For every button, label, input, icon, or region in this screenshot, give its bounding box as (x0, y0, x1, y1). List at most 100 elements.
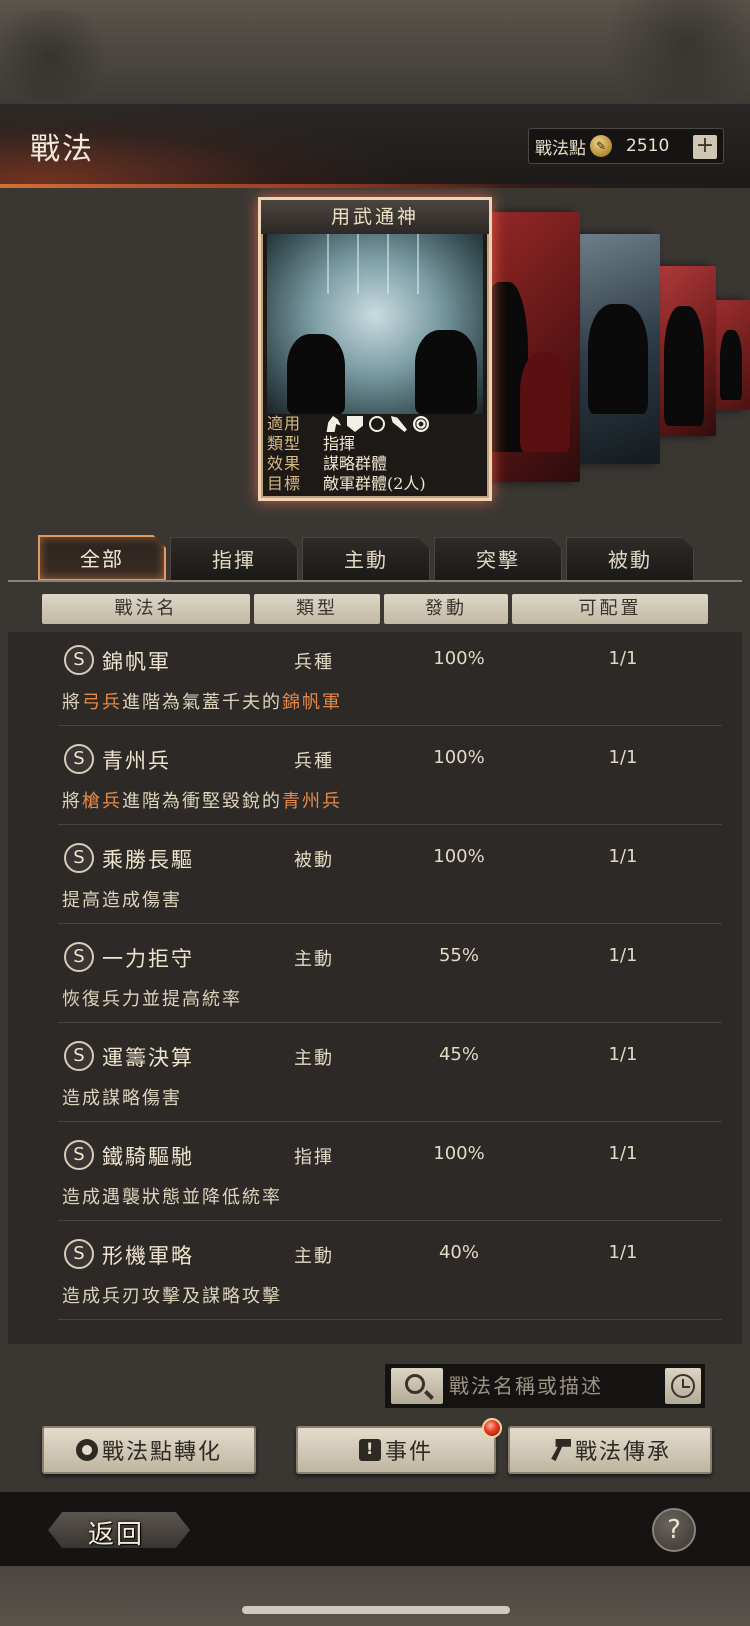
tactic-description: 造成兵刃攻擊及謀略攻擊 (62, 1282, 282, 1308)
tactic-card-preview[interactable] (578, 234, 660, 464)
card-artwork (267, 234, 483, 414)
tactic-trigger-rate: 55% (438, 945, 479, 966)
info-value: 敵軍群體(2人) (323, 474, 426, 493)
tactic-inherit-button[interactable]: 戰法傳承 (508, 1426, 712, 1474)
card-title: 用武通神 (261, 200, 489, 234)
tab-all[interactable]: 全部 (38, 535, 166, 581)
tactic-card-preview[interactable] (654, 266, 716, 436)
back-button[interactable]: 返回 (48, 1508, 190, 1552)
tactic-type: 被動 (294, 850, 334, 871)
description-text: 造成謀略傷害 (62, 1088, 182, 1109)
card-silhouette (664, 306, 704, 426)
tactic-points-box: 戰法點 ✎ 2510 + (528, 128, 724, 164)
art-ray (387, 234, 389, 294)
card-info-table: 適用 類型 指揮 效果 謀略群體 目標 敵軍群體(2人) (267, 414, 483, 494)
search-button[interactable] (391, 1368, 443, 1404)
card-silhouette (520, 352, 570, 452)
event-label: 事件 (384, 1440, 433, 1465)
column-header-type[interactable]: 類型 (254, 594, 380, 624)
convert-points-button[interactable]: 戰法點轉化 (42, 1426, 256, 1474)
description-text: 恢復兵力並提高統率 (62, 989, 242, 1010)
tactic-slots: 1/1 (608, 945, 638, 966)
tactic-slots: 1/1 (608, 747, 638, 768)
tactic-row[interactable]: S 運籌決算 主動 45% 1/1 造成謀略傷害 (58, 1028, 722, 1122)
event-button[interactable]: 事件 (296, 1418, 502, 1474)
art-ray (327, 234, 329, 294)
tactic-card-carousel[interactable]: 用武通神 適用 類型 指揮 效果 謀略群體 目標 敵軍群體(2人) (0, 188, 750, 528)
rank-badge: S (64, 942, 94, 972)
tactic-description: 造成謀略傷害 (62, 1084, 182, 1110)
page-title: 戰法 (30, 132, 94, 167)
help-button[interactable]: ? (652, 1508, 696, 1552)
highlighted-term: 青州兵 (282, 791, 342, 812)
tactic-points-value: 2510 (626, 136, 670, 156)
rank-badge: S (64, 1239, 94, 1269)
highlighted-term: 弓兵 (82, 692, 122, 713)
tactic-trigger-rate: 100% (433, 747, 485, 768)
tactic-slots: 1/1 (608, 648, 638, 669)
add-points-button[interactable]: + (693, 135, 717, 159)
featured-tactic-card[interactable]: 用武通神 適用 類型 指揮 效果 謀略群體 目標 敵軍群體(2人) (258, 197, 492, 501)
tactic-row[interactable]: S 一力拒守 主動 55% 1/1 恢復兵力並提高統率 (58, 929, 722, 1023)
tab-command[interactable]: 指揮 (170, 537, 298, 581)
highlighted-term: 錦帆軍 (282, 692, 342, 713)
tactic-row[interactable]: S 乘勝長驅 被動 100% 1/1 提高造成傷害 (58, 830, 722, 924)
home-indicator[interactable] (242, 1606, 510, 1614)
description-text: 將 (62, 692, 82, 713)
tactic-trigger-rate: 40% (438, 1242, 479, 1263)
tactic-slots: 1/1 (608, 1044, 638, 1065)
horse-icon (326, 416, 341, 432)
wheel-icon (413, 416, 429, 432)
card-info-row: 目標 敵軍群體(2人) (267, 474, 483, 494)
card-silhouette (588, 304, 648, 414)
tactic-row[interactable]: S 青州兵 兵種 100% 1/1 將槍兵進階為衝堅毀銳的青州兵 (58, 731, 722, 825)
column-header-name[interactable]: 戰法名 (42, 594, 250, 624)
tactic-name: 一力拒守 (102, 947, 194, 971)
hammer-icon (551, 1439, 571, 1461)
tactic-type: 兵種 (294, 751, 334, 772)
shield-icon (347, 416, 363, 432)
clock-icon (671, 1374, 695, 1398)
tactic-description: 造成遇襲狀態並降低統率 (62, 1183, 282, 1209)
rank-badge: S (64, 1041, 94, 1071)
spear-icon (391, 416, 407, 432)
column-headers: 戰法名 類型 發動 可配置 (42, 594, 708, 624)
rank-badge: S (64, 744, 94, 774)
history-button[interactable] (665, 1368, 701, 1404)
description-text: 造成遇襲狀態並降低統率 (62, 1187, 282, 1208)
tactic-type: 兵種 (294, 652, 334, 673)
tactic-description: 將槍兵進階為衝堅毀銳的青州兵 (62, 787, 342, 813)
tactic-description: 提高造成傷害 (62, 886, 182, 912)
art-ray (357, 234, 359, 294)
tactic-name: 青州兵 (102, 749, 171, 773)
tactic-type: 指揮 (294, 1147, 334, 1168)
tactic-card-preview[interactable] (712, 300, 750, 410)
info-key: 適用 (267, 414, 302, 433)
bottom-decoration (0, 1566, 750, 1626)
info-value: 指揮 (323, 434, 356, 453)
tactic-type: 主動 (294, 949, 334, 970)
tactic-row[interactable]: S 鐵騎驅馳 指揮 100% 1/1 造成遇襲狀態並降低統率 (58, 1127, 722, 1221)
convert-icon (75, 1439, 98, 1461)
column-header-trigger[interactable]: 發動 (384, 594, 508, 624)
description-text: 進階為氣蓋千夫的 (122, 692, 282, 713)
column-header-slots[interactable]: 可配置 (512, 594, 708, 624)
bow-icon (369, 416, 385, 432)
tab-active[interactable]: 主動 (302, 537, 430, 581)
tactic-inherit-label: 戰法傳承 (574, 1440, 671, 1465)
tab-assault[interactable]: 突擊 (434, 537, 562, 581)
search-input[interactable] (449, 1368, 659, 1404)
tactic-description: 將弓兵進階為氣蓋千夫的錦帆軍 (62, 688, 342, 714)
card-info-row: 效果 謀略群體 (267, 454, 483, 474)
applicable-troop-icons (317, 414, 429, 434)
tactic-description: 恢復兵力並提高統率 (62, 985, 242, 1011)
tactic-list[interactable]: S 錦帆軍 兵種 100% 1/1 將弓兵進階為氣蓋千夫的錦帆軍 S 青州兵 兵種 100% 1/1… (8, 632, 742, 1344)
art-ray (417, 234, 419, 294)
card-info-row: 類型 指揮 (267, 434, 483, 454)
tab-passive[interactable]: 被動 (566, 537, 694, 581)
rank-badge: S (64, 843, 94, 873)
tactic-row[interactable]: S 形機軍略 主動 40% 1/1 造成兵刃攻擊及謀略攻擊 (58, 1226, 722, 1320)
tactic-slots: 1/1 (608, 1242, 638, 1263)
tactic-row[interactable]: S 錦帆軍 兵種 100% 1/1 將弓兵進階為氣蓋千夫的錦帆軍 (58, 632, 722, 726)
tactic-type: 主動 (294, 1246, 334, 1267)
